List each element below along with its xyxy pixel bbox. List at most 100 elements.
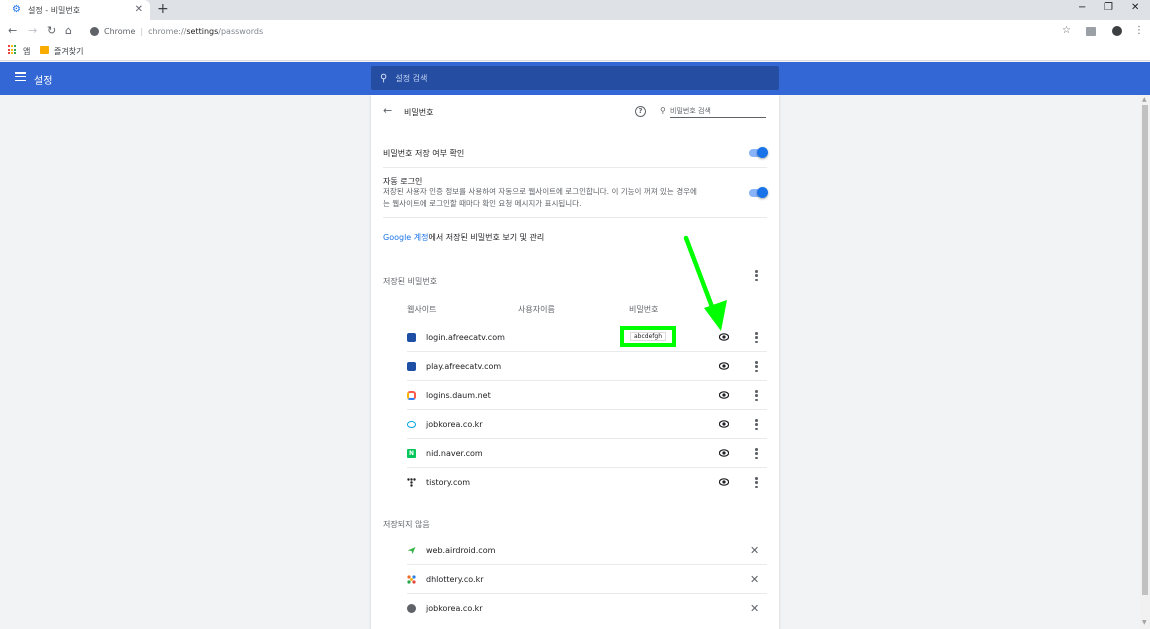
jobkorea-icon <box>407 421 416 428</box>
chrome-label: Chrome <box>104 26 136 36</box>
help-icon[interactable]: ? <box>635 106 646 117</box>
auto-signin-toggle[interactable] <box>749 187 768 198</box>
daum-icon <box>407 391 416 400</box>
never-saved-row: jobkorea.co.kr ✕ <box>371 594 779 623</box>
offer-save-toggle[interactable] <box>749 147 768 158</box>
scroll-down-arrow-icon[interactable]: ▼ <box>1142 619 1147 626</box>
show-password-eye-icon[interactable] <box>719 333 729 341</box>
site-name: play.afreecatv.com <box>426 362 502 371</box>
show-password-eye-icon[interactable] <box>719 391 729 399</box>
settings-page: ← 비밀번호 ? ⚲ 비밀번호 저장 여부 확인 자동 로그인 저장된 사용자 … <box>0 95 1140 629</box>
naver-icon: N <box>407 449 416 458</box>
tab-settings-passwords[interactable]: ⚙ 설정 - 비밀번호 ✕ <box>0 0 150 20</box>
never-saved-title: 저장되지 않음 <box>383 520 430 529</box>
settings-search-input[interactable] <box>395 73 696 83</box>
divider <box>383 217 767 218</box>
google-account-row: Google 계정에서 저장된 비밀번호 보기 및 관리 <box>383 233 545 242</box>
url-text: chrome://settings/passwords <box>148 26 264 36</box>
auto-signin-desc-line2: 는 웹사이트에 로그인할 때마다 확인 요청 메시지가 표시됩니다. <box>383 199 582 208</box>
search-icon: ⚲ <box>660 106 666 115</box>
row-menu-icon[interactable] <box>755 448 758 459</box>
site-name: login.afreecatv.com <box>426 333 505 342</box>
offer-save-label: 비밀번호 저장 여부 확인 <box>383 149 465 158</box>
extension-icon[interactable] <box>1086 27 1096 36</box>
site-name: dhlottery.co.kr <box>426 575 484 584</box>
remove-exception-button[interactable]: ✕ <box>750 544 759 557</box>
row-menu-icon[interactable] <box>755 390 758 401</box>
saved-password-row: N nid.naver.com <box>371 439 779 468</box>
site-name: tistory.com <box>426 478 471 487</box>
close-tab-icon[interactable]: ✕ <box>135 4 143 15</box>
google-account-link[interactable]: Google 계정 <box>383 233 428 242</box>
password-value: abcdefgh <box>629 332 666 341</box>
apps-label[interactable]: 앱 <box>23 46 30 57</box>
scroll-up-arrow-icon[interactable]: ▲ <box>1142 96 1147 103</box>
row-menu-icon[interactable] <box>755 332 758 343</box>
saved-passwords-title: 저장된 비밀번호 <box>383 277 438 286</box>
gear-icon: ⚙ <box>12 4 21 15</box>
show-password-eye-icon[interactable] <box>719 478 729 486</box>
reload-button[interactable]: ↻ <box>47 24 56 37</box>
new-tab-button[interactable]: + <box>157 1 169 17</box>
dhlottery-icon <box>407 575 416 584</box>
saved-password-row: logins.daum.net <box>371 381 779 410</box>
scrollbar-thumb[interactable] <box>1142 105 1148 595</box>
password-revealed-highlight: abcdefgh <box>620 326 676 347</box>
afreecatv-icon <box>407 362 416 371</box>
column-username: 사용자이름 <box>518 305 555 314</box>
close-window-button[interactable]: ✕ <box>1131 2 1139 13</box>
search-icon: ⚲ <box>380 72 388 84</box>
saved-password-row: play.afreecatv.com <box>371 352 779 381</box>
row-menu-icon[interactable] <box>755 477 758 488</box>
airdroid-icon <box>407 547 416 554</box>
settings-title: 설정 <box>34 76 53 87</box>
show-password-eye-icon[interactable] <box>719 449 729 457</box>
show-password-eye-icon[interactable] <box>719 362 729 370</box>
bookmark-folder-favorites[interactable]: 즐겨찾기 <box>54 46 83 57</box>
globe-icon <box>407 604 416 613</box>
address-bar[interactable]: Chrome | chrome://settings/passwords <box>84 22 1084 40</box>
saved-password-row: login.afreecatv.com abcdefgh <box>371 323 779 352</box>
afreecatv-icon <box>407 333 416 342</box>
show-password-eye-icon[interactable] <box>719 420 729 428</box>
page-title: 비밀번호 <box>404 108 434 117</box>
avatar[interactable] <box>1112 26 1122 36</box>
apps-icon[interactable] <box>8 45 18 55</box>
passwords-card: ← 비밀번호 ? ⚲ 비밀번호 저장 여부 확인 자동 로그인 저장된 사용자 … <box>371 95 779 629</box>
home-button[interactable]: ⌂ <box>65 24 72 37</box>
tab-strip: ⚙ 설정 - 비밀번호 ✕ + − ❐ ✕ <box>0 0 1150 20</box>
column-password: 비밀번호 <box>629 305 659 314</box>
password-search-input[interactable] <box>670 105 766 118</box>
forward-button[interactable]: → <box>28 24 37 37</box>
settings-search[interactable]: ⚲ <box>371 66 779 90</box>
minimize-button[interactable]: − <box>1078 2 1086 13</box>
never-saved-row: web.airdroid.com ✕ <box>371 536 779 565</box>
hamburger-menu-icon[interactable] <box>15 72 26 82</box>
divider <box>383 167 767 168</box>
saved-password-row: jobkorea.co.kr <box>371 410 779 439</box>
remove-exception-button[interactable]: ✕ <box>750 573 759 586</box>
folder-icon <box>40 46 49 54</box>
column-website: 웹사이트 <box>407 305 437 314</box>
omnibox-separator: | <box>140 26 144 36</box>
never-saved-row: dhlottery.co.kr ✕ <box>371 565 779 594</box>
chrome-menu-icon[interactable]: ⋮ <box>1134 25 1144 36</box>
site-name: jobkorea.co.kr <box>426 420 483 429</box>
saved-password-row: tistory.com <box>371 468 779 497</box>
site-name: web.airdroid.com <box>426 546 496 555</box>
bookmark-star-icon[interactable]: ☆ <box>1062 25 1071 36</box>
back-button[interactable]: ← <box>8 24 17 37</box>
saved-passwords-menu-icon[interactable] <box>755 270 758 281</box>
tab-title: 설정 - 비밀번호 <box>28 5 81 15</box>
site-name: jobkorea.co.kr <box>426 604 483 613</box>
back-arrow-icon[interactable]: ← <box>383 104 392 117</box>
row-menu-icon[interactable] <box>755 361 758 372</box>
restore-button[interactable]: ❐ <box>1104 2 1113 13</box>
passwords-header: ← 비밀번호 ? ⚲ <box>371 95 779 129</box>
page-scrollbar[interactable]: ▲ ▼ <box>1140 95 1150 629</box>
chrome-site-icon <box>90 26 99 36</box>
remove-exception-button[interactable]: ✕ <box>750 602 759 615</box>
auto-signin-desc-line1: 저장된 사용자 인증 정보를 사용하여 자동으로 웹사이트에 로그인합니다. 이… <box>383 187 697 196</box>
tistory-icon <box>407 478 416 487</box>
row-menu-icon[interactable] <box>755 419 758 430</box>
